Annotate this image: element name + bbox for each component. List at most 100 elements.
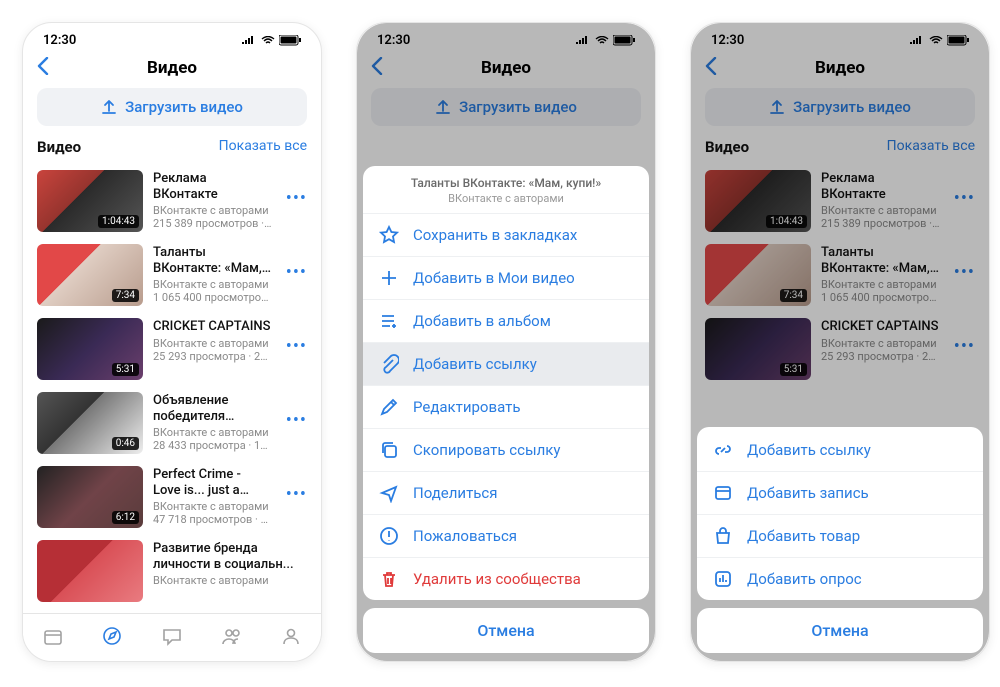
- section-header: Видео Показать все: [691, 138, 989, 164]
- tab-bar: [23, 613, 321, 661]
- video-row[interactable]: 7:34 Таланты ВКонтакте: «Мам, купи!» ВКо…: [23, 238, 321, 312]
- phone-screen-1: 12:30 Видео Загрузить видео Видео Показа…: [22, 22, 322, 662]
- pencil-icon: [379, 397, 399, 417]
- action-add-my-videos[interactable]: Добавить в Мои видео: [363, 256, 649, 299]
- action-add-album[interactable]: Добавить в альбом: [363, 299, 649, 342]
- video-title: Perfect Crime - Love is... just a Crime …: [153, 467, 272, 498]
- wifi-icon: [261, 36, 275, 46]
- upload-video-button[interactable]: Загрузить видео: [37, 88, 307, 126]
- action-add-post[interactable]: Добавить запись: [697, 471, 983, 514]
- video-row: 7:34 Таланты ВКонтакте: «Мам, купи!» ВКо…: [691, 238, 989, 312]
- video-row[interactable]: 5:31 CRICKET CAPTAINS ВКонтакте с автора…: [23, 312, 321, 386]
- action-add-link[interactable]: Добавить ссылку: [363, 342, 649, 385]
- status-bar: 12:30: [23, 23, 321, 50]
- action-add-poll[interactable]: Добавить опрос: [697, 557, 983, 600]
- share-icon: [379, 483, 399, 503]
- more-button[interactable]: •••: [282, 318, 307, 357]
- battery-icon: [613, 35, 635, 46]
- video-list: 1:04:43 Реклама ВКонтакте ВКонтакте с ав…: [23, 164, 321, 662]
- action-save-bookmark[interactable]: Сохранить в закладках: [363, 213, 649, 256]
- cell-signal-icon: [241, 36, 257, 46]
- video-author: ВКонтакте с авторами: [153, 278, 272, 291]
- video-title: Реклама ВКонтакте: [153, 171, 272, 202]
- video-stats: 28 433 просмотра · 17 окт...: [153, 439, 272, 452]
- plus-icon: [379, 268, 399, 288]
- video-row[interactable]: Развитие бренда личности в социальн... В…: [23, 534, 321, 608]
- action-sheet-header: Таланты ВКонтакте: «Мам, купи!» ВКонтакт…: [363, 166, 649, 213]
- wifi-icon: [929, 36, 943, 46]
- tab-friends[interactable]: [221, 625, 243, 651]
- upload-video-button: Загрузить видео: [705, 88, 975, 126]
- poll-icon: [713, 569, 733, 589]
- tab-feed[interactable]: [42, 625, 64, 651]
- video-list: 1:04:43 Реклама ВКонтакте ВКонтакте с ав…: [691, 164, 989, 442]
- video-thumbnail[interactable]: [37, 540, 143, 602]
- chevron-left-icon: [37, 57, 49, 75]
- video-author: ВКонтакте с авторами: [153, 574, 307, 587]
- nav-header: Видео: [357, 50, 655, 88]
- video-thumbnail[interactable]: 7:34: [37, 244, 143, 306]
- page-title: Видео: [357, 58, 655, 78]
- status-time: 12:30: [377, 33, 410, 48]
- tab-messages[interactable]: [161, 625, 183, 651]
- upload-icon: [769, 99, 785, 115]
- action-add-product[interactable]: Добавить товар: [697, 514, 983, 557]
- video-title: Таланты ВКонтакте: «Мам, купи!»: [153, 245, 272, 276]
- more-button: •••: [950, 170, 975, 209]
- cell-signal-icon: [909, 36, 925, 46]
- phone-screen-3: 12:30 Видео Загрузить видео Видео Показа…: [690, 22, 990, 662]
- video-stats: 25 293 просмотра · 21 окт...: [153, 350, 272, 363]
- action-copy-link[interactable]: Скопировать ссылку: [363, 428, 649, 471]
- action-delete[interactable]: Удалить из сообщества: [363, 557, 649, 600]
- video-thumbnail[interactable]: 1:04:43: [37, 170, 143, 232]
- copy-icon: [379, 440, 399, 460]
- page-title: Видео: [691, 58, 989, 78]
- status-indicators: [909, 35, 969, 46]
- more-button[interactable]: •••: [282, 392, 307, 431]
- action-sheet-cancel[interactable]: Отмена: [363, 608, 649, 653]
- video-stats: 1 065 400 просмотров · 2...: [153, 291, 272, 304]
- tab-discover[interactable]: [101, 625, 123, 651]
- wifi-icon: [595, 36, 609, 46]
- video-author: ВКонтакте с авторами: [153, 204, 272, 217]
- action-edit[interactable]: Редактировать: [363, 385, 649, 428]
- more-button[interactable]: •••: [282, 466, 307, 505]
- more-button[interactable]: •••: [282, 244, 307, 283]
- tab-profile[interactable]: [280, 625, 302, 651]
- video-row: 1:04:43 Реклама ВКонтакте ВКонтакте с ав…: [691, 164, 989, 238]
- video-thumbnail[interactable]: 5:31: [37, 318, 143, 380]
- action-sheet-cancel[interactable]: Отмена: [697, 608, 983, 653]
- action-sheet: Добавить ссылку Добавить запись Добавить…: [697, 427, 983, 653]
- phone-screen-2: 12:30 Видео Загрузить видео Таланты ВКон…: [356, 22, 656, 662]
- video-row[interactable]: 6:12 Perfect Crime - Love is... just a C…: [23, 460, 321, 534]
- back-button[interactable]: [371, 56, 383, 80]
- video-thumbnail: 7:34: [705, 244, 811, 306]
- status-time: 12:30: [711, 33, 744, 48]
- video-row[interactable]: 0:46 Объявление победителя конкурса... В…: [23, 386, 321, 460]
- section-title: Видео: [37, 138, 81, 156]
- alert-icon: [379, 526, 399, 546]
- video-row[interactable]: 1:04:43 Реклама ВКонтакте ВКонтакте с ав…: [23, 164, 321, 238]
- sheet-subtitle: ВКонтакте с авторами: [377, 192, 635, 205]
- chevron-left-icon: [705, 57, 717, 75]
- show-all-link[interactable]: Показать все: [219, 138, 307, 156]
- action-share[interactable]: Поделиться: [363, 471, 649, 514]
- upload-icon: [101, 99, 117, 115]
- video-thumbnail[interactable]: 0:46: [37, 392, 143, 454]
- video-stats: 47 718 просмотров · 16 ок...: [153, 513, 272, 526]
- video-title: Развитие бренда личности в социальн...: [153, 541, 307, 572]
- video-stats: 215 389 просмотров · 19...: [153, 217, 272, 230]
- more-button[interactable]: •••: [282, 170, 307, 209]
- video-row: 5:31 CRICKET CAPTAINS ВКонтакте с автора…: [691, 312, 989, 386]
- status-indicators: [241, 35, 301, 46]
- status-time: 12:30: [43, 33, 76, 48]
- video-author: ВКонтакте с авторами: [153, 337, 272, 350]
- video-thumbnail[interactable]: 6:12: [37, 466, 143, 528]
- more-button: •••: [950, 318, 975, 357]
- action-add-link[interactable]: Добавить ссылку: [697, 429, 983, 471]
- action-report[interactable]: Пожаловаться: [363, 514, 649, 557]
- shop-icon: [713, 526, 733, 546]
- back-button[interactable]: [37, 56, 49, 80]
- upload-icon: [435, 99, 451, 115]
- back-button[interactable]: [705, 56, 717, 80]
